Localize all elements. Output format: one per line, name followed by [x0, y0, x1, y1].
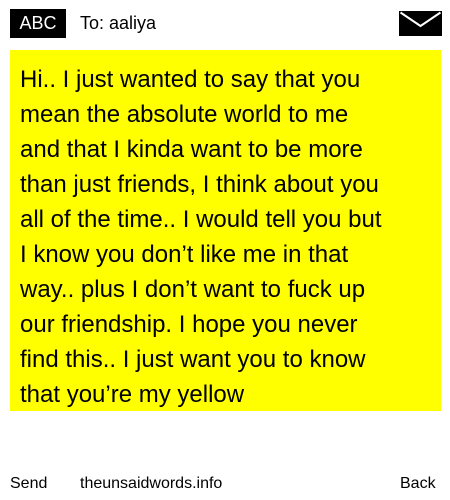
site-link[interactable]: theunsaidwords.info [80, 474, 222, 494]
back-button[interactable]: Back [400, 474, 436, 494]
recipient-label: To: aaliya [80, 13, 157, 33]
input-mode-badge: ABC [10, 9, 66, 38]
message-text: Hi.. I just wanted to say that you mean … [20, 66, 382, 408]
top-bar: ABC To: aaliya [0, 0, 450, 44]
envelope-icon [399, 11, 442, 36]
message-body[interactable]: Hi.. I just wanted to say that you mean … [10, 50, 441, 411]
send-button[interactable]: Send [10, 474, 47, 494]
